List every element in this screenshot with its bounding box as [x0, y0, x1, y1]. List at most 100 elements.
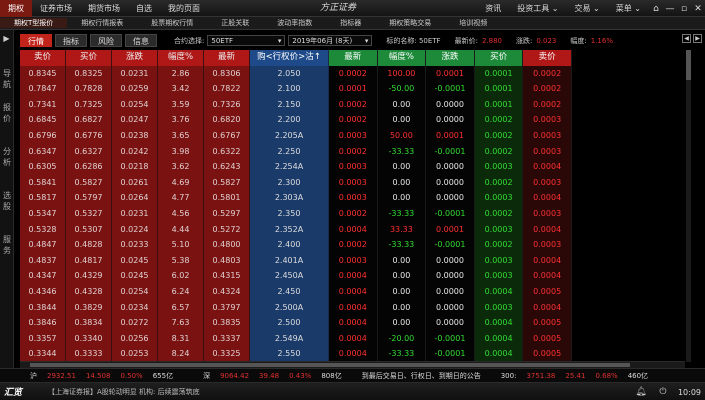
put-cell: 0.00 — [377, 159, 427, 175]
vertical-scrollbar[interactable] — [686, 50, 691, 362]
side-item-stock-picker[interactable]: 选股 — [0, 190, 14, 212]
sz-volume: 808亿 — [321, 371, 342, 380]
ticker-headline[interactable]: 【上海证券报】A股轮动明显 机构: 后续震荡筑底 — [48, 387, 200, 397]
table-row[interactable]: 0.3357 0.3340 0.0256 8.31 0.3337 2.549A 0.0004… — [20, 330, 685, 347]
change-value: 0.023 — [536, 36, 557, 45]
scroll-thumb[interactable] — [686, 50, 691, 80]
table-row[interactable]: 0.5841 0.5827 0.0261 4.69 0.5827 2.300 0.0003 0… — [20, 174, 685, 191]
call-cell: 0.5347 — [20, 205, 66, 222]
power-icon[interactable]: ⏻ — [656, 387, 670, 397]
strike-cell: 2.100 — [250, 81, 329, 97]
subtab-options-report[interactable]: 期权行情报表 — [67, 18, 137, 28]
contract-select[interactable]: 50ETF ▾ — [207, 35, 286, 46]
side-item-navigation[interactable]: 导航 — [0, 68, 14, 90]
menu-item-tools[interactable]: 投资工具 ⌄ — [509, 3, 566, 14]
tab-info[interactable]: 信息 — [125, 34, 157, 47]
put-cell: 0.00 — [377, 299, 427, 316]
prev-arrow-icon[interactable]: ◀ — [682, 34, 691, 43]
strike-cell: 2.250 — [250, 143, 329, 160]
table-row[interactable]: 0.3846 0.3834 0.0272 7.63 0.3835 2.500 0.0004 0… — [20, 315, 685, 331]
table-row[interactable]: 0.4847 0.4828 0.0233 5.10 0.4800 2.400 0.0002-… — [20, 237, 685, 253]
strike-cell: 2.150 — [250, 96, 329, 113]
table-row[interactable]: 0.5328 0.5307 0.0224 4.44 0.5272 2.352A 0.0004… — [20, 221, 685, 238]
close-icon[interactable]: ✕ — [691, 4, 705, 14]
table-row[interactable]: 0.5347 0.5327 0.0231 4.56 0.5297 2.350 0.0002-… — [20, 205, 685, 222]
put-cell: 0.00 — [377, 112, 427, 128]
subtab-strategy[interactable]: 期权策略交易 — [375, 18, 445, 28]
header-call-last[interactable]: 最新 — [204, 50, 250, 66]
menu-item-watchlist[interactable]: 自选 — [128, 0, 160, 17]
put-cell: 0.0004 — [329, 315, 378, 331]
table-row[interactable]: 0.7847 0.7828 0.0259 3.42 0.7822 2.100 0.0001-… — [20, 81, 685, 97]
tab-quote[interactable]: 行情 — [20, 34, 52, 47]
put-cell: 0.0000 — [426, 96, 475, 113]
call-cell: 7.63 — [158, 315, 204, 331]
next-arrow-icon[interactable]: ▶ — [693, 34, 702, 43]
header-call-bid[interactable]: 买价 — [66, 50, 112, 66]
header-put-bid[interactable]: 买价 — [474, 50, 524, 66]
maximize-icon[interactable]: ▫ — [677, 4, 691, 14]
menu-item-futures[interactable]: 期货市场 — [80, 0, 128, 17]
side-item-service[interactable]: 服务 — [0, 234, 14, 256]
table-row[interactable]: 0.4346 0.4328 0.0254 6.24 0.4324 2.450 0.0004 0… — [20, 283, 685, 300]
tab-risk[interactable]: 风险 — [90, 34, 122, 47]
header-put-change[interactable]: 涨跌 — [426, 50, 475, 66]
menu-item-trade[interactable]: 交易 ⌄ — [567, 3, 608, 14]
table-row[interactable]: 0.4347 0.4329 0.0245 6.02 0.4315 2.450A 0.0004… — [20, 268, 685, 284]
table-row[interactable]: 0.6305 0.6286 0.0218 3.62 0.6243 2.254A 0.0003… — [20, 159, 685, 175]
table-row[interactable]: 0.8345 0.8325 0.0231 2.86 0.8306 2.050 0.0002 1… — [20, 65, 685, 82]
header-put-pct[interactable]: 幅度% — [377, 50, 427, 66]
home-icon[interactable]: ⌂ — [649, 4, 663, 14]
call-cell: 0.5827 — [66, 174, 112, 191]
side-item-analysis[interactable]: 分析 — [0, 146, 14, 168]
put-cell: 0.0005 — [523, 330, 572, 347]
header-put-ask[interactable]: 卖价 — [523, 50, 572, 66]
call-cell: 0.3846 — [20, 315, 66, 331]
menu-item-securities[interactable]: 证券市场 — [32, 0, 80, 17]
change-label: 涨跌: — [515, 36, 533, 45]
expand-arrow-icon[interactable]: ▶ — [0, 34, 13, 43]
table-row[interactable]: 0.6796 0.6776 0.0238 3.65 0.6767 2.205A 0.0003… — [20, 127, 685, 144]
subtab-stock-options[interactable]: 股票期权行情 — [137, 18, 207, 28]
call-cell: 4.77 — [158, 190, 204, 206]
tab-indicator[interactable]: 指标 — [55, 34, 87, 47]
header-call-pct[interactable]: 幅度% — [158, 50, 204, 66]
minimize-icon[interactable]: — — [663, 4, 677, 14]
put-cell: 0.0005 — [523, 346, 572, 362]
expiry-select[interactable]: 2019年06月 (8天) ▾ — [288, 35, 373, 46]
call-cell: 0.7325 — [66, 96, 112, 113]
table-row[interactable]: 0.4837 0.4817 0.0245 5.38 0.4803 2.401A 0.0003… — [20, 252, 685, 269]
menu-item-menu[interactable]: 菜单 ⌄ — [608, 3, 649, 14]
put-cell: 0.0002 — [329, 205, 378, 222]
table-row[interactable]: 0.5817 0.5797 0.0264 4.77 0.5801 2.303A 0.0003… — [20, 190, 685, 206]
table-row[interactable]: 0.3844 0.3829 0.0234 6.57 0.3797 2.500A 0.0004… — [20, 299, 685, 316]
menu-item-news[interactable]: 资讯 — [477, 3, 509, 14]
menu-item-options[interactable]: 期权 — [0, 0, 32, 17]
menu-item-my-page[interactable]: 我的页面 — [160, 0, 208, 17]
put-cell: 0.0002 — [474, 174, 524, 191]
table-row[interactable]: 0.7341 0.7325 0.0254 3.59 0.7326 2.150 0.0002 0… — [20, 96, 685, 113]
table-row[interactable]: 0.6347 0.6327 0.0242 3.98 0.6322 2.250 0.0002-… — [20, 143, 685, 160]
horizontal-scrollbar[interactable] — [20, 361, 685, 368]
header-strike[interactable]: 购<行权价>沽↑ — [250, 50, 329, 66]
call-cell: 0.6767 — [204, 127, 250, 144]
scroll-thumb[interactable] — [30, 363, 630, 367]
pct-label: 幅度: — [570, 36, 587, 45]
put-cell: 0.0003 — [474, 252, 524, 269]
side-item-quotes[interactable]: 报价 — [0, 102, 14, 124]
notice-text[interactable]: 到最后交易日、行权日、到期日的公告 — [362, 371, 481, 381]
call-cell: 0.3829 — [66, 299, 112, 316]
subtab-t-quote[interactable]: 期权T型报价 — [0, 18, 68, 28]
header-call-ask[interactable]: 卖价 — [20, 50, 66, 66]
subtab-volatility[interactable]: 波动率指数 — [263, 18, 326, 28]
header-put-last[interactable]: 最新 — [329, 50, 378, 66]
subtab-training[interactable]: 培训视频 — [445, 18, 501, 28]
subtab-underlying[interactable]: 正股关联 — [207, 18, 263, 28]
subtab-indicator[interactable]: 指标器 — [326, 18, 375, 28]
table-row[interactable]: 0.6845 0.6827 0.0247 3.76 0.6820 2.200 0.0002 0… — [20, 112, 685, 128]
bell-icon[interactable]: 🔔︎ — [634, 387, 648, 397]
table-row[interactable]: 0.3344 0.3333 0.0253 8.24 0.3325 2.550 0.0004-… — [20, 346, 685, 362]
put-cell: 0.0002 — [474, 127, 524, 144]
put-cell: 0.0000 — [426, 190, 475, 206]
header-call-change[interactable]: 涨跌 — [112, 50, 158, 66]
